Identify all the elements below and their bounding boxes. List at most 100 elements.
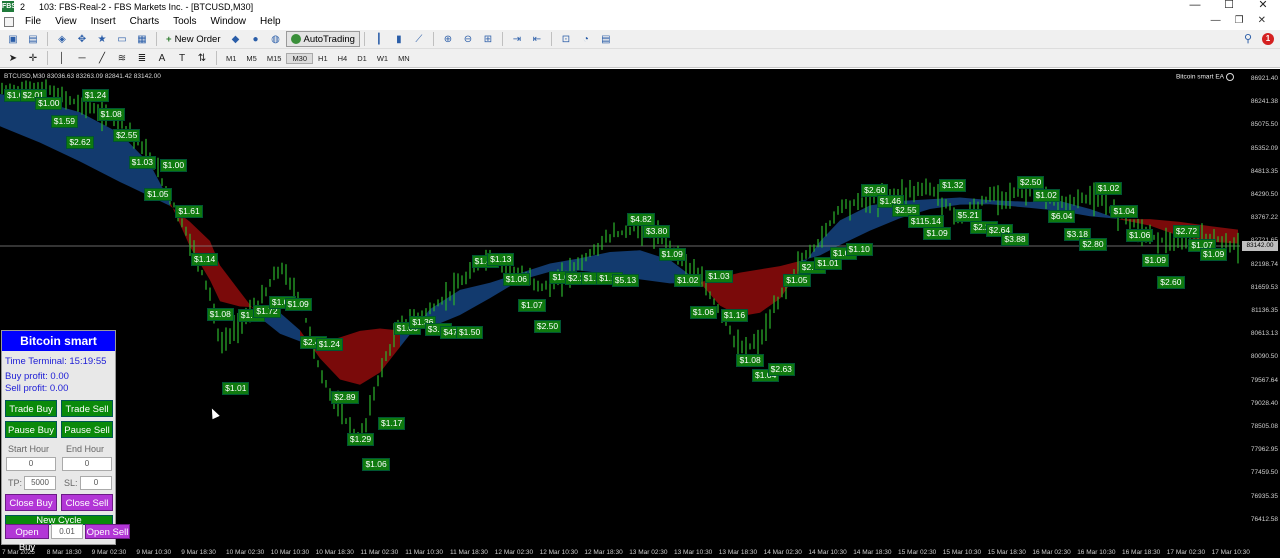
price-axis-label: 83767.22 (1250, 214, 1278, 222)
close-sell-button[interactable]: Close Sell (61, 494, 113, 511)
auto-scroll-icon[interactable]: ⇥ (509, 32, 525, 47)
metaeditor-icon[interactable]: ◆ (228, 32, 244, 47)
profiles-icon[interactable]: ▤ (25, 32, 41, 47)
line-chart-icon[interactable]: ⟋ (411, 32, 427, 47)
autotrading-button[interactable]: AutoTrading (285, 31, 360, 47)
new-order-button[interactable]: + New Order (161, 31, 226, 47)
open-sell-button[interactable]: Open Sell (85, 524, 130, 539)
bearish-cloud-segment (210, 241, 220, 302)
profit-label: $1.00 (159, 158, 188, 172)
cursor-icon[interactable]: ➤ (5, 51, 21, 66)
tp-label: TP: (8, 478, 23, 488)
time-axis-label: 15 Mar 10:30 (942, 549, 982, 556)
profit-label: $1.03 (705, 270, 733, 284)
tp-input[interactable]: 5000 (24, 476, 56, 490)
menu-file[interactable]: File (18, 13, 48, 30)
crosshair-icon[interactable]: ✛ (25, 51, 41, 66)
timeframe-h1[interactable]: H1 (313, 54, 333, 63)
timeframe-m30[interactable]: M30 (286, 52, 314, 64)
navigator-icon[interactable]: ★ (94, 32, 110, 47)
zoom-in-icon[interactable]: ⊕ (440, 32, 456, 47)
profit-label: $2.60 (1157, 276, 1185, 290)
chart-shift-icon[interactable]: ⇤ (529, 32, 545, 47)
zoom-out-icon[interactable]: ⊖ (460, 32, 476, 47)
templates-icon[interactable]: ▤ (598, 32, 614, 47)
profit-label: $2.62 (66, 136, 94, 150)
trade-sell-button[interactable]: Trade Sell (61, 400, 113, 417)
bearish-cloud-segment (340, 330, 360, 385)
menu-insert[interactable]: Insert (84, 13, 123, 30)
profit-label: $1.09 (658, 248, 686, 262)
price-chart[interactable]: BTCUSD,M30 83036.63 83263.09 82841.42 83… (0, 69, 1280, 558)
periods-icon[interactable]: ◔ (578, 32, 594, 47)
horizontal-line-icon[interactable]: ─ (74, 51, 90, 66)
timeframe-w1[interactable]: W1 (372, 54, 393, 63)
menu-help[interactable]: Help (253, 13, 288, 30)
tile-windows-icon[interactable]: ⊞ (480, 32, 496, 47)
profit-label: $1.03 (128, 156, 156, 170)
timeframe-mn[interactable]: MN (393, 54, 415, 63)
search-icon[interactable]: ⚲ (1244, 32, 1252, 45)
price-axis-label: 80090.50 (1250, 353, 1278, 361)
child-close-button[interactable]: ✕ (1258, 15, 1266, 26)
sell-profit-text: Sell profit: 0.00 (5, 383, 69, 394)
child-minimize-button[interactable]: — (1211, 15, 1221, 26)
signals-icon[interactable]: ● (248, 32, 264, 47)
sl-input[interactable]: 0 (80, 476, 112, 490)
vertical-line-icon[interactable]: │ (54, 51, 70, 66)
timeframe-d1[interactable]: D1 (352, 54, 372, 63)
price-axis-label: 79567.64 (1250, 376, 1278, 384)
maximize-button[interactable]: ☐ (1212, 0, 1246, 13)
open-buy-button[interactable]: Open Buy (5, 524, 49, 553)
bar-chart-icon[interactable]: ┃ (371, 32, 387, 47)
time-axis-label: 15 Mar 18:30 (987, 549, 1026, 556)
end-hour-label: End Hour (66, 444, 105, 454)
profit-label: $1.06 (689, 306, 717, 320)
arrows-icon[interactable]: ⇅ (194, 51, 210, 66)
text-icon[interactable]: A (154, 51, 170, 66)
profit-label: $6.04 (1048, 210, 1076, 224)
pause-sell-button[interactable]: Pause Sell (61, 421, 113, 438)
indicators-icon[interactable]: ⊡ (558, 32, 574, 47)
terminal-icon[interactable]: ▭ (114, 32, 130, 47)
trade-buy-button[interactable]: Trade Buy (5, 400, 57, 417)
menu-view[interactable]: View (48, 13, 84, 30)
profit-label: $1.32 (939, 179, 967, 193)
market-watch-icon[interactable]: ◈ (54, 32, 70, 47)
profit-label: $1.07 (518, 298, 546, 312)
trendline-icon[interactable]: ╱ (94, 51, 110, 66)
candlestick-icon[interactable]: ▮ (391, 32, 407, 47)
new-order-label: New Order (174, 33, 221, 45)
chart-document-icon[interactable] (4, 16, 14, 27)
menu-charts[interactable]: Charts (123, 13, 166, 30)
close-button[interactable]: ✕ (1246, 0, 1280, 13)
menu-window[interactable]: Window (203, 13, 253, 30)
timeframe-m15[interactable]: M15 (262, 54, 287, 63)
timeframe-m1[interactable]: M1 (221, 54, 241, 63)
options-icon[interactable]: ◍ (268, 32, 284, 47)
price-axis-label: 76935.35 (1250, 492, 1278, 500)
channel-icon[interactable]: ≋ (114, 51, 130, 66)
timeframe-m5[interactable]: M5 (241, 54, 261, 63)
profit-label: $1.08 (736, 353, 764, 367)
new-chart-icon[interactable]: ▣ (5, 32, 21, 47)
profit-label: $1.09 (1200, 247, 1228, 261)
data-window-icon[interactable]: ✥ (74, 32, 90, 47)
fibonacci-icon[interactable]: ≣ (134, 51, 150, 66)
lot-size-input[interactable]: 0.01 (51, 524, 83, 539)
text-label-icon[interactable]: T (174, 51, 190, 66)
strategy-tester-icon[interactable]: ▦ (134, 32, 150, 47)
profit-label: $1.50 (455, 326, 484, 340)
end-hour-input[interactable]: 0 (62, 457, 112, 471)
price-axis-label: 81136.35 (1251, 307, 1278, 314)
close-buy-button[interactable]: Close Buy (5, 494, 57, 511)
menu-tools[interactable]: Tools (166, 13, 203, 30)
child-restore-button[interactable]: ❐ (1235, 15, 1244, 26)
minimize-button[interactable]: — (1178, 0, 1212, 13)
pause-buy-button[interactable]: Pause Buy (5, 421, 57, 438)
bearish-cloud-segment (220, 265, 240, 307)
start-hour-input[interactable]: 0 (6, 457, 56, 471)
notification-badge[interactable]: 1 (1262, 32, 1274, 45)
timeframe-h4[interactable]: H4 (333, 54, 353, 63)
time-axis-label: 10 Mar 02:30 (226, 549, 265, 556)
